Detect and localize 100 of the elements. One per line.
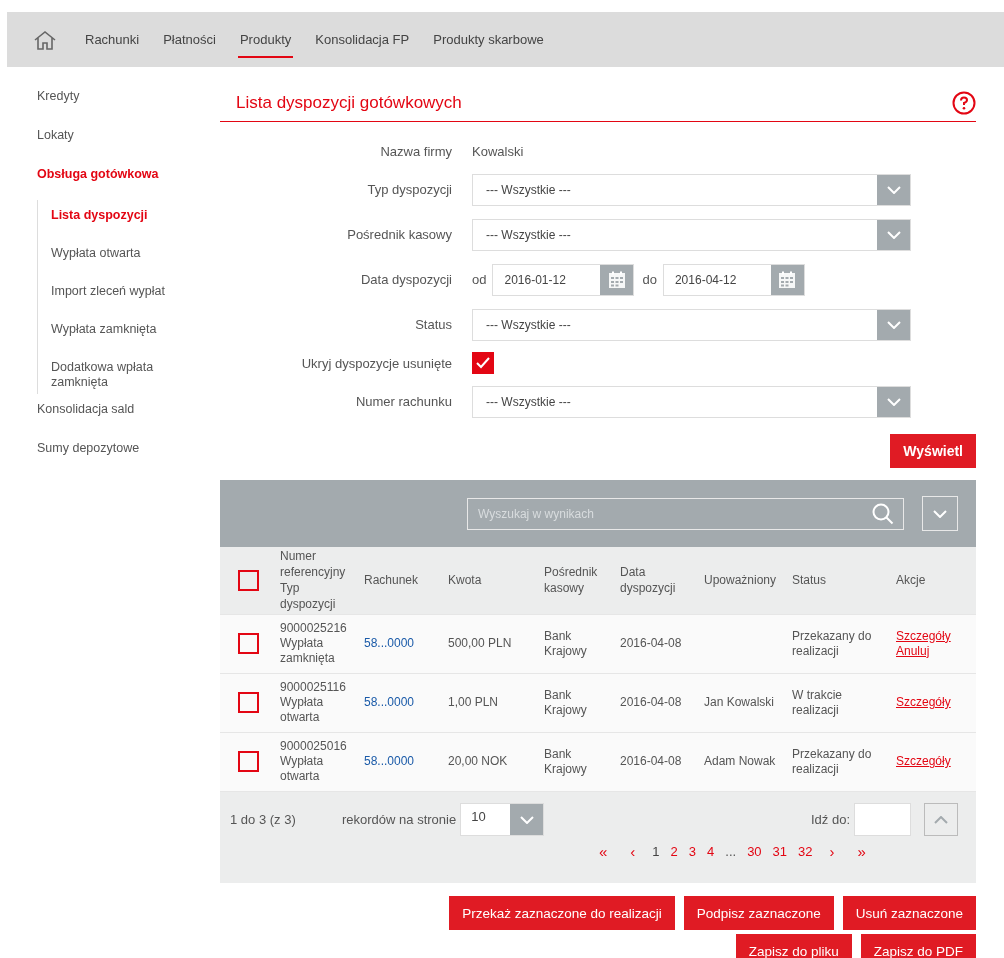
field-label: Ukryj dyspozycje usunięte xyxy=(300,355,453,371)
chevron-up-icon xyxy=(934,815,948,824)
action-button[interactable]: Zapisz do PDF xyxy=(860,934,976,958)
page-link[interactable]: 32 xyxy=(798,844,813,859)
records-summary: 1 do 3 (z 3) xyxy=(230,812,297,827)
nav-tab[interactable]: Płatności xyxy=(163,12,216,67)
action-link[interactable]: Szczegóły xyxy=(896,695,972,710)
chevron-down-icon xyxy=(886,397,901,406)
table-cell: Adam Nowak xyxy=(704,754,776,769)
page-nav-link[interactable]: ‹ xyxy=(624,844,642,859)
action-button[interactable]: Podpisz zaznaczone xyxy=(683,896,834,930)
table-cell-text: 9000025016 xyxy=(280,739,348,755)
field-label: Data dyspozycji xyxy=(359,272,453,287)
date-field[interactable]: 2016-04-12 xyxy=(662,263,805,296)
table-cell-text: Wypłata zamknięta xyxy=(280,636,336,666)
action-button[interactable]: Zapisz do pliku xyxy=(735,934,852,958)
nav-tab[interactable]: Rachunki xyxy=(85,12,140,67)
sidebar-subitem[interactable]: Wypłata otwarta xyxy=(51,246,181,284)
action-link[interactable]: Szczegóły xyxy=(896,628,972,644)
date-from-label: od xyxy=(472,272,487,287)
table-cell: 2016-04-08 xyxy=(620,695,682,709)
page-link[interactable]: 3 xyxy=(688,844,697,859)
action-button[interactable]: Usuń zaznaczone xyxy=(842,896,976,930)
page-link[interactable]: 30 xyxy=(747,844,762,859)
select-field[interactable]: --- Wszystkie --- xyxy=(472,385,911,418)
table-cell: Przekazany do realizacji xyxy=(792,746,872,776)
sidebar-item[interactable]: Obsługa gotówkowa xyxy=(37,167,220,206)
select-field[interactable]: --- Wszystkie --- xyxy=(472,308,911,341)
table-cell: Bank Krajowy xyxy=(544,628,587,658)
column-header: Kwota xyxy=(448,573,482,588)
sidebar-item[interactable]: Konsolidacja sald xyxy=(37,402,220,441)
page-link[interactable]: 1 xyxy=(652,844,660,859)
column-header: Upoważniony xyxy=(704,573,777,588)
field-label: Numer rachunku xyxy=(354,394,453,409)
home-icon[interactable] xyxy=(33,29,57,50)
page-link[interactable]: 31 xyxy=(772,844,788,859)
go-to-field[interactable] xyxy=(854,803,911,836)
column-header: Status xyxy=(792,573,827,588)
page-nav-link[interactable]: « xyxy=(593,844,614,859)
chevron-down-icon xyxy=(933,509,947,518)
table-cell: 20,00 NOK xyxy=(448,754,508,769)
action-link[interactable]: Anuluj xyxy=(896,643,972,659)
table-cell: Jan Kowalski xyxy=(704,695,775,709)
table-cell: 1,00 PLN xyxy=(448,695,499,709)
search-icon[interactable] xyxy=(872,502,894,525)
sidebar-item[interactable]: Sumy depozytowe xyxy=(37,441,220,480)
action-button[interactable]: Przekaż zaznaczone do realizacji xyxy=(449,896,675,930)
table-cell: 500,00 PLN xyxy=(448,636,512,650)
column-header: Pośrednik kasowy xyxy=(544,565,598,596)
table-cell-text: 9000025116 xyxy=(280,680,347,695)
nav-tab[interactable]: Konsolidacja FP xyxy=(315,12,410,67)
field-label: Nazwa firmy xyxy=(379,143,453,159)
sidebar-subitem[interactable]: Dodatkowa wpłata zamknięta xyxy=(51,360,181,394)
page-link[interactable]: 2 xyxy=(670,844,678,859)
checkbox[interactable] xyxy=(237,751,259,773)
table-cell: W trakcie realizacji xyxy=(792,687,842,717)
action-link[interactable]: Szczegóły xyxy=(896,754,972,770)
sidebar-subitem[interactable]: Wypłata zamknięta xyxy=(51,322,181,360)
table-cell-text: Wypłata otwarta xyxy=(280,754,325,785)
field-label: Pośrednik kasowy xyxy=(346,227,453,242)
table-cell: 2016-04-08 xyxy=(620,754,682,769)
checkbox[interactable] xyxy=(237,633,259,654)
help-icon[interactable] xyxy=(952,91,976,115)
checkbox[interactable] xyxy=(472,352,494,374)
go-to-label: Idź do: xyxy=(810,812,850,827)
page-nav-link[interactable]: » xyxy=(851,844,872,859)
nav-tab[interactable]: Produkty xyxy=(239,12,292,67)
column-header: Akcje xyxy=(896,573,926,588)
date-to-label: do xyxy=(642,272,657,287)
nav-tab[interactable]: Produkty skarbowe xyxy=(433,12,544,67)
account-link[interactable]: 58...0000 xyxy=(364,636,415,650)
field-value: Kowalski xyxy=(472,143,524,159)
sidebar-item[interactable]: Kredyty xyxy=(37,89,220,128)
calendar-icon xyxy=(778,270,797,289)
field-label: Typ dyspozycji xyxy=(366,182,453,197)
sidebar-subitem[interactable]: Import zleceń wypłat xyxy=(51,284,181,322)
account-link[interactable]: 58...0000 xyxy=(364,695,415,709)
per-page-select[interactable]: 10 xyxy=(460,803,545,836)
date-field[interactable]: 2016-01-12 xyxy=(492,263,635,296)
account-link[interactable]: 58...0000 xyxy=(364,754,415,769)
sidebar-item[interactable]: Lokaty xyxy=(37,128,220,167)
per-page-label: rekordów na stronie xyxy=(342,812,457,827)
column-header: Data dyspozycji xyxy=(620,565,676,596)
checkbox[interactable] xyxy=(237,692,259,713)
checkbox[interactable] xyxy=(237,569,259,591)
table-cell: Bank Krajowy xyxy=(544,687,587,717)
table-cell: Bank Krajowy xyxy=(544,746,587,776)
page-link[interactable]: 4 xyxy=(707,844,715,859)
calendar-icon xyxy=(607,270,626,289)
select-field[interactable]: --- Wszystkie --- xyxy=(472,173,911,206)
table-cell: Przekazany do realizacji xyxy=(792,628,872,658)
display-button[interactable]: Wyświetl xyxy=(890,434,976,468)
field-label: Status xyxy=(414,317,453,332)
page-title: Lista dyspozycji gotówkowych xyxy=(236,93,462,113)
table-cell: 2016-04-08 xyxy=(620,636,682,650)
column-header: Numer referencyjny Typ dyspozycji xyxy=(280,549,346,612)
page-nav-link[interactable]: › xyxy=(823,844,841,859)
sidebar-subitem[interactable]: Lista dyspozycji xyxy=(51,208,181,246)
select-field[interactable]: --- Wszystkie --- xyxy=(472,218,911,251)
chevron-down-icon xyxy=(886,185,901,194)
